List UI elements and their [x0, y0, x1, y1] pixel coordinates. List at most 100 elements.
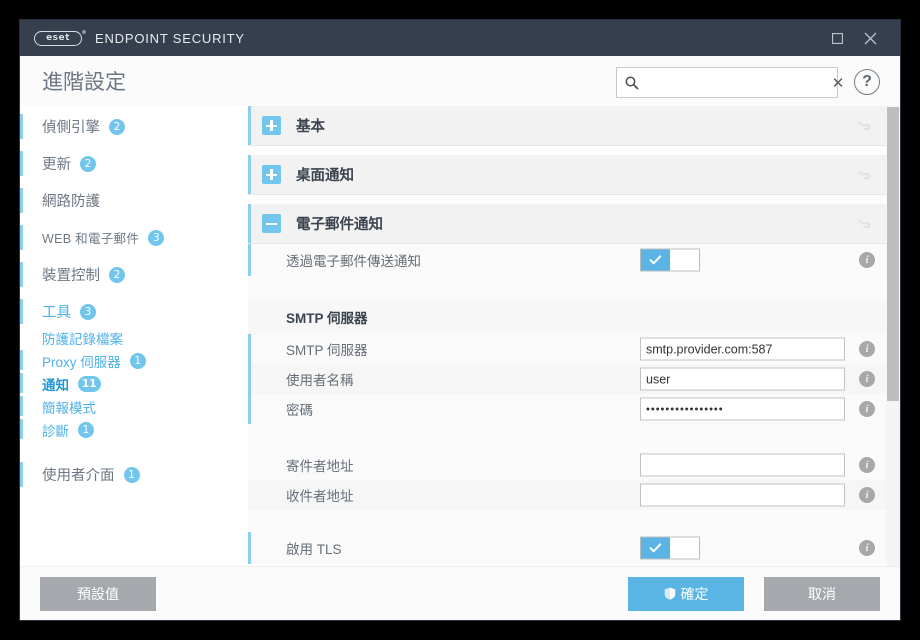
sidebar-item-presentation-mode[interactable]: 簡報模式 — [20, 395, 248, 418]
help-button[interactable]: ? — [854, 69, 880, 95]
setting-label: 透過電子郵件傳送通知 — [286, 254, 421, 269]
section-header-email-notifications[interactable]: 電子郵件通知 — [248, 204, 900, 244]
sidebar-item-proxy-server[interactable]: Proxy 伺服器 1 — [20, 349, 248, 372]
scrollbar-thumb[interactable] — [887, 107, 899, 401]
section-accent-bar — [248, 155, 251, 194]
sidebar-item-user-interface[interactable]: 使用者介面 1 — [20, 460, 248, 489]
cancel-button[interactable]: 取消 — [764, 576, 880, 611]
info-icon[interactable]: i — [859, 341, 875, 357]
clear-search-icon[interactable]: ✕ — [825, 68, 851, 97]
setting-label: 寄件者地址 — [286, 459, 354, 474]
sidebar-item-label: 裝置控制 — [42, 268, 100, 284]
sidebar-item-label: 網路防護 — [42, 194, 100, 210]
smtp-server-input[interactable] — [640, 337, 845, 361]
shield-icon — [664, 587, 676, 600]
sidebar-item-label: 偵側引擎 — [42, 120, 100, 136]
default-button[interactable]: 預設值 — [40, 576, 156, 611]
sidebar-item-web-and-email[interactable]: WEB 和電子郵件 3 — [20, 223, 248, 252]
search-input[interactable] — [639, 69, 825, 96]
sidebar-item-diagnostics[interactable]: 診斷 1 — [20, 418, 248, 441]
sidebar-item-device-control[interactable]: 裝置控制 2 — [20, 260, 248, 289]
section-accent-bar — [248, 106, 251, 145]
sidebar-item-tools[interactable]: 工具 3 — [20, 297, 248, 326]
plus-icon[interactable] — [262, 165, 281, 184]
password-input[interactable] — [640, 397, 845, 421]
sidebar-item-label: 使用者介面 — [42, 468, 115, 484]
info-icon[interactable]: i — [859, 401, 875, 417]
info-icon[interactable]: i — [859, 487, 875, 503]
section-header-desktop-notifications[interactable]: 桌面通知 — [248, 155, 900, 195]
enable-tls-toggle[interactable] — [640, 536, 700, 560]
row-accent-bar — [248, 394, 251, 424]
sidebar-item-network-protection[interactable]: 網路防護 — [20, 186, 248, 215]
section-accent-bar — [248, 204, 251, 243]
sidebar-item-badge: 3 — [148, 229, 165, 246]
sidebar-item-label: Proxy 伺服器 — [42, 354, 121, 370]
sidebar-item-badge: 2 — [109, 118, 125, 135]
eset-logo: eset ® — [34, 30, 87, 46]
setting-row-enable-tls: 啟用 TLS i — [248, 532, 900, 564]
sidebar-item-label: 更新 — [42, 157, 71, 173]
recipient-address-field-wrap — [640, 483, 845, 507]
row-accent-bar — [248, 334, 251, 364]
sidebar-item-label: 工具 — [42, 305, 71, 321]
settings-scroll-area: 基本 桌面通知 電子郵件通知 透過電子郵件傳送通知 i SMTP 伺服器 SMT… — [248, 106, 900, 564]
section-title: 桌面通知 — [296, 168, 354, 184]
revert-icon[interactable] — [856, 215, 874, 233]
revert-icon[interactable] — [856, 166, 874, 184]
setting-label: 啟用 TLS — [286, 542, 342, 557]
sidebar-item-notifications[interactable]: 通知 11 — [20, 372, 248, 395]
sidebar-item-detection-engine[interactable]: 偵側引擎 2 — [20, 112, 248, 141]
revert-icon[interactable] — [856, 117, 874, 135]
sidebar-item-label: 診斷 — [42, 423, 69, 439]
active-accent-bar — [20, 462, 23, 487]
send-notifications-toggle[interactable] — [640, 248, 700, 272]
section-header-basic[interactable]: 基本 — [248, 106, 900, 146]
group-title-label: SMTP 伺服器 — [286, 311, 368, 326]
sidebar-item-update[interactable]: 更新 2 — [20, 149, 248, 178]
sidebar-item-badge: 1 — [129, 352, 146, 369]
search-box[interactable]: ✕ — [616, 67, 844, 98]
plus-icon[interactable] — [262, 116, 281, 135]
settings-sidebar: 偵側引擎 2 更新 2 網路防護 WEB 和電子郵件 3 裝置控制 2 工具 3… — [20, 106, 248, 566]
info-icon[interactable]: i — [859, 457, 875, 473]
sidebar-item-badge: 1 — [78, 421, 94, 438]
sidebar-item-badge: 1 — [123, 466, 140, 483]
section-title: 基本 — [296, 119, 325, 135]
setting-label: 收件者地址 — [286, 489, 354, 504]
vertical-scrollbar[interactable] — [886, 106, 900, 566]
username-field-wrap — [640, 367, 845, 391]
info-icon[interactable]: i — [859, 540, 875, 556]
info-icon[interactable]: i — [859, 371, 875, 387]
active-accent-bar — [20, 262, 23, 287]
setting-row-sender-address: 寄件者地址 i — [248, 450, 900, 480]
page-title: 進階設定 — [42, 71, 126, 94]
recipient-address-input[interactable] — [640, 483, 845, 507]
maximize-button[interactable] — [821, 20, 854, 56]
row-spacer — [248, 510, 900, 532]
ok-button[interactable]: 確定 — [628, 576, 744, 611]
row-spacer — [248, 424, 900, 450]
active-accent-bar — [20, 299, 23, 324]
info-icon[interactable]: i — [859, 252, 875, 268]
toggle-on-side — [641, 249, 670, 271]
window-body: 偵側引擎 2 更新 2 網路防護 WEB 和電子郵件 3 裝置控制 2 工具 3… — [20, 106, 900, 566]
minus-icon[interactable] — [262, 214, 281, 233]
page-header: 進階設定 ✕ ? — [20, 56, 900, 106]
close-button[interactable] — [854, 20, 887, 56]
toggle-off-side — [670, 249, 699, 271]
username-input[interactable] — [640, 367, 845, 391]
setting-label: 使用者名稱 — [286, 373, 354, 388]
sidebar-item-badge: 3 — [80, 303, 96, 320]
sender-address-input[interactable] — [640, 453, 845, 477]
active-accent-bar — [20, 350, 23, 370]
active-accent-bar — [20, 419, 23, 439]
sidebar-item-label: 通知 — [42, 377, 69, 393]
window-titlebar: eset ® ENDPOINT SECURITY — [20, 20, 900, 56]
setting-row-username: 使用者名稱 i — [248, 364, 900, 394]
sidebar-item-badge: 2 — [80, 155, 96, 172]
row-accent-bar — [248, 532, 251, 564]
window-controls — [821, 20, 900, 56]
sidebar-item-log-files[interactable]: 防護記錄檔案 — [20, 326, 248, 349]
setting-row-smtp-server: SMTP 伺服器 i — [248, 334, 900, 364]
